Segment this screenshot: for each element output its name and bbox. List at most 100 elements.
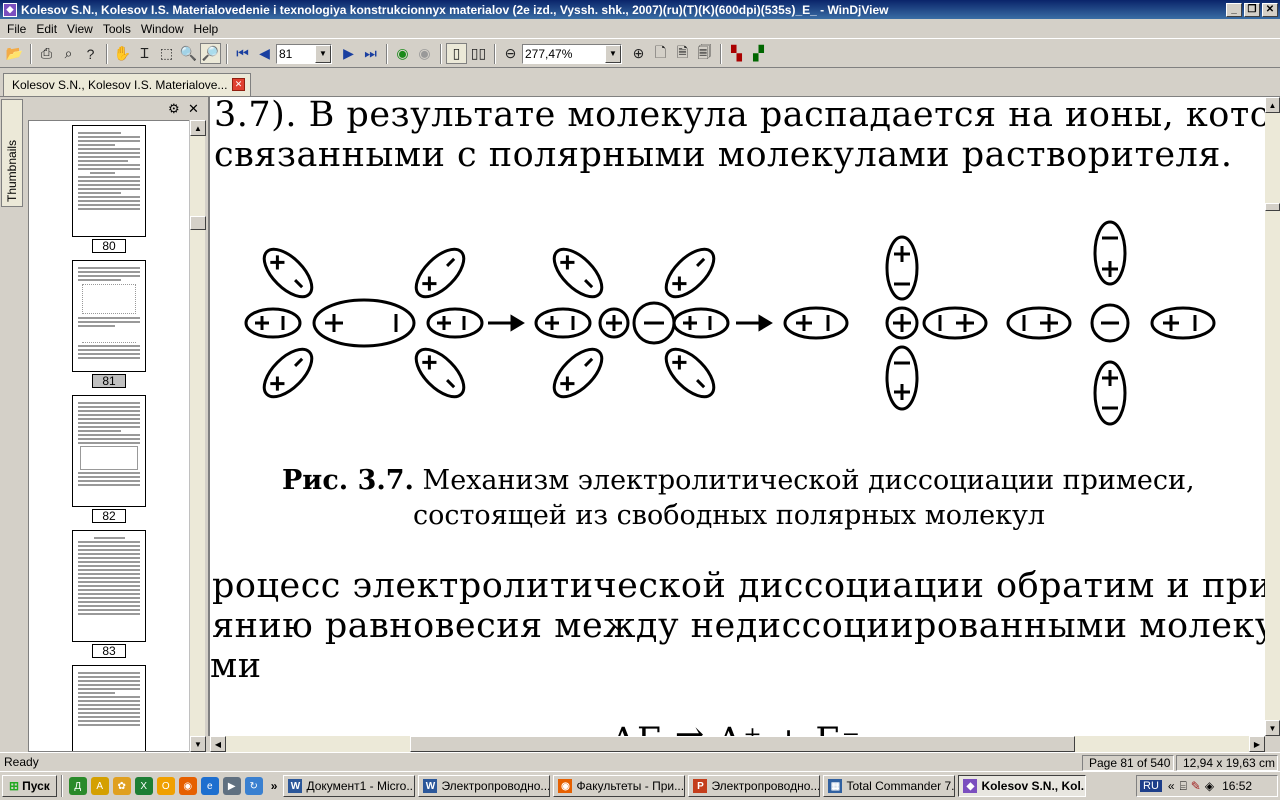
quicklaunch-outlook-icon[interactable]: O: [156, 777, 175, 795]
menu-file[interactable]: File: [2, 22, 31, 36]
window-title: Kolesov S.N., Kolesov I.S. Materialovede…: [21, 2, 889, 17]
menu-tools[interactable]: Tools: [98, 22, 136, 36]
menu-edit[interactable]: Edit: [31, 22, 62, 36]
quicklaunch-desktop-icon[interactable]: Д: [68, 777, 87, 795]
menu-help[interactable]: Help: [189, 22, 224, 36]
document-viewer[interactable]: 3.7). В результате молекула распадается …: [208, 97, 1265, 736]
first-page-icon[interactable]: ⏮: [232, 43, 253, 64]
tray-expand-icon[interactable]: «: [1168, 779, 1175, 793]
forward-icon[interactable]: ◉: [414, 43, 435, 64]
page-number-combo[interactable]: 81 ▼: [276, 43, 332, 64]
thumbnails-side-tab[interactable]: Thumbnails: [1, 99, 23, 207]
status-page: Page 81 of 540: [1082, 755, 1174, 771]
scroll-up-icon[interactable]: ▲: [190, 120, 206, 136]
taskbar-item-powerpoint[interactable]: P Электропроводно...: [688, 775, 821, 797]
close-icon[interactable]: ✕: [188, 101, 199, 117]
toolbar-separator: [30, 43, 32, 64]
clock: 16:52: [1222, 779, 1253, 793]
zoom-icon[interactable]: 🔍: [178, 43, 199, 64]
zoom-combo[interactable]: 277,47% ▼: [522, 43, 622, 64]
rect-select-icon[interactable]: ⬚: [156, 43, 177, 64]
thumbnail-page-label-selected[interactable]: 81: [92, 374, 126, 388]
back-icon[interactable]: ◉: [392, 43, 413, 64]
thumbnail-page-80[interactable]: [72, 125, 146, 237]
thumbnail-page-84[interactable]: [72, 665, 146, 751]
text-line: ми: [210, 646, 262, 686]
start-button[interactable]: ⊞ Пуск: [2, 775, 57, 797]
scroll-down-icon[interactable]: ▼: [190, 736, 206, 752]
scroll-up-icon[interactable]: ▲: [1265, 97, 1280, 113]
windjview-app-icon: ◆: [3, 2, 17, 17]
thumbnail-page-label[interactable]: 82: [92, 509, 126, 523]
dissociation-figure: [244, 220, 1216, 426]
thumbnail-page-label[interactable]: 80: [92, 239, 126, 253]
single-page-icon[interactable]: ▯: [446, 43, 467, 64]
quicklaunch-firefox-icon[interactable]: ◉: [178, 777, 197, 795]
scroll-down-icon[interactable]: ▼: [1265, 720, 1280, 736]
taskbar-item-word-doc1[interactable]: W Документ1 - Micro...: [283, 775, 416, 797]
language-indicator[interactable]: RU: [1140, 780, 1162, 792]
facing-pages-icon[interactable]: ▯▯: [468, 43, 489, 64]
fit-page-icon[interactable]: 🗋: [650, 43, 671, 64]
total-commander-icon: ▦: [828, 779, 843, 793]
display-mode-icon[interactable]: ▚: [726, 43, 747, 64]
menu-view[interactable]: View: [62, 22, 98, 36]
text-line: янию равновесия между недиссоциированным…: [212, 606, 1265, 646]
prev-page-icon[interactable]: ◀: [254, 43, 275, 64]
quicklaunch-excel-icon[interactable]: X: [134, 777, 153, 795]
figure-caption-line2: состоящей из свободных полярных молекул: [413, 500, 1046, 531]
taskbar: ⊞ Пуск Д A ✿ X O ◉ e ▶ ↻ » W Документ1 -…: [0, 771, 1280, 800]
chevron-down-icon[interactable]: ▼: [605, 44, 621, 63]
open-folder-icon[interactable]: 📂: [4, 43, 25, 64]
thumbnail-figure: [82, 284, 136, 314]
scroll-right-icon[interactable]: ▶: [1249, 736, 1265, 752]
document-horizontal-scrollbar[interactable]: ◀ ▶: [210, 736, 1265, 752]
next-page-icon[interactable]: ▶: [338, 43, 359, 64]
actual-size-icon[interactable]: 🗐: [694, 43, 715, 64]
find-icon[interactable]: ⌕: [58, 43, 79, 64]
taskbar-item-firefox[interactable]: ◉ Факультеты - При...: [553, 775, 686, 797]
scroll-thumb[interactable]: [410, 736, 1075, 752]
thumbnail-page-83[interactable]: [72, 530, 146, 642]
thumbnail-page-81[interactable]: [72, 260, 146, 372]
help-icon[interactable]: ?: [80, 43, 101, 64]
zoom-rect-icon[interactable]: 🔎: [200, 43, 221, 64]
thumbnail-page-82[interactable]: [72, 395, 146, 507]
scroll-thumb[interactable]: [1265, 203, 1280, 211]
taskbar-item-word-doc2[interactable]: W Электропроводно...: [418, 775, 551, 797]
document-tab[interactable]: Kolesov S.N., Kolesov I.S. Materialove..…: [3, 73, 251, 96]
volume-icon[interactable]: ◈: [1205, 779, 1214, 793]
last-page-icon[interactable]: ⏭: [360, 43, 381, 64]
quicklaunch-refresh-icon[interactable]: ↻: [244, 777, 263, 795]
quicklaunch-media-icon[interactable]: ▶: [222, 777, 241, 795]
taskbar-item-total-commander[interactable]: ▦ Total Commander 7...: [823, 775, 956, 797]
gear-icon[interactable]: ⚙: [168, 101, 180, 117]
layers-icon[interactable]: ▞: [748, 43, 769, 64]
hand-tool-icon[interactable]: ✋: [112, 43, 133, 64]
print-icon[interactable]: ⎙: [36, 43, 57, 64]
taskbar-item-windjview[interactable]: ◆ Kolesov S.N., Kol...: [958, 775, 1087, 797]
zoom-out-icon[interactable]: ⊖: [500, 43, 521, 64]
figure-caption: Рис. 3.7. Механизм электролитической дис…: [282, 465, 1195, 496]
document-vertical-scrollbar[interactable]: ▲ ▼: [1265, 97, 1280, 736]
quicklaunch-ie-icon[interactable]: e: [200, 777, 219, 795]
quicklaunch-more-icon[interactable]: »: [271, 779, 278, 793]
scroll-thumb[interactable]: [190, 216, 206, 230]
zoom-in-icon[interactable]: ⊕: [628, 43, 649, 64]
text-select-icon[interactable]: Ɪ: [134, 43, 155, 64]
quicklaunch-avast-icon[interactable]: A: [90, 777, 109, 795]
thumbnails-scrollbar[interactable]: ▲ ▼: [189, 120, 206, 752]
scroll-left-icon[interactable]: ◀: [210, 736, 226, 752]
minimize-button[interactable]: _: [1226, 2, 1242, 17]
tab-close-icon[interactable]: ✕: [232, 78, 245, 91]
close-button[interactable]: ✕: [1262, 2, 1278, 17]
text-line: 3.7). В результате молекула распадается …: [214, 97, 1265, 135]
tray-app-icon[interactable]: ✎: [1191, 779, 1201, 793]
restore-button[interactable]: ❐: [1244, 2, 1260, 17]
menu-window[interactable]: Window: [136, 22, 189, 36]
thumbnail-page-label[interactable]: 83: [92, 644, 126, 658]
chevron-down-icon[interactable]: ▼: [315, 44, 331, 63]
network-icon[interactable]: ⌸: [1180, 779, 1187, 794]
quicklaunch-butterfly-icon[interactable]: ✿: [112, 777, 131, 795]
fit-width-icon[interactable]: 🗎: [672, 43, 693, 64]
